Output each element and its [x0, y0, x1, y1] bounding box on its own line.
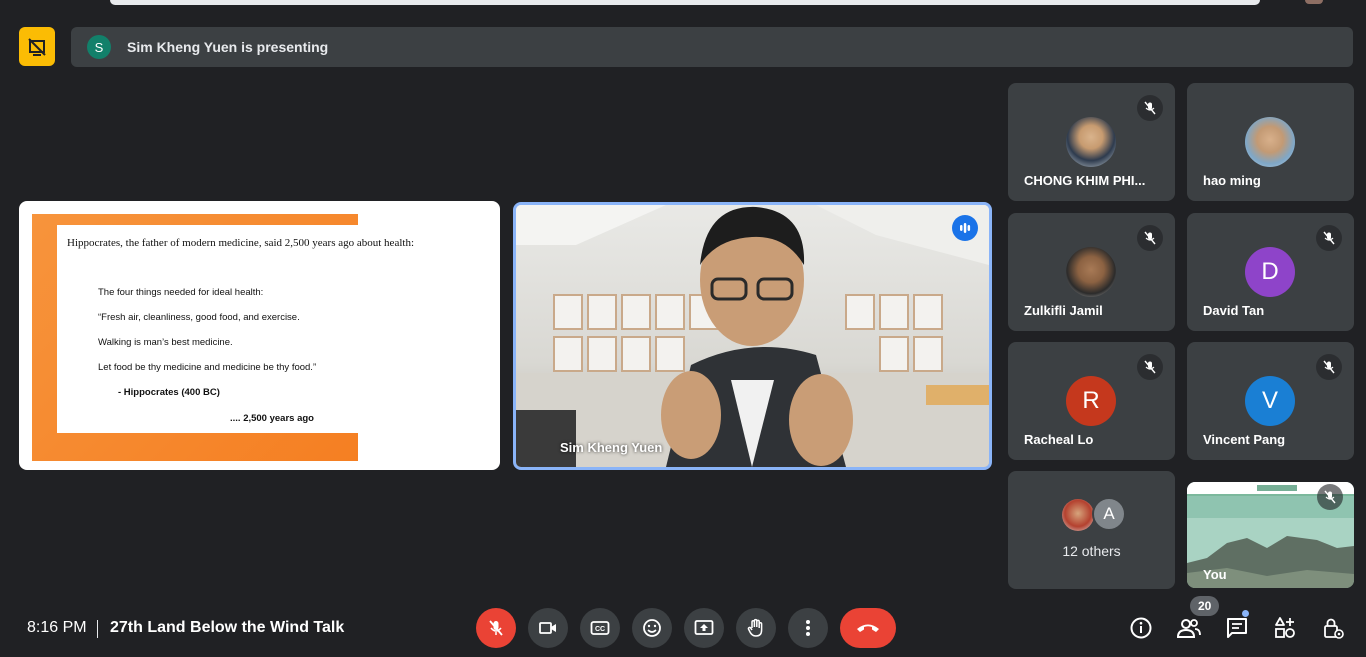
divider [97, 620, 98, 638]
mic-off-icon [1317, 484, 1343, 510]
host-controls-icon [1324, 618, 1344, 639]
bottom-bar: 8:16 PM 27th Land Below the Wind Talk CC… [0, 596, 1366, 657]
participant-avatar [1062, 499, 1094, 531]
participant-avatar [1066, 117, 1116, 167]
mic-off-icon [1316, 354, 1342, 380]
participant-tile[interactable]: R Racheal Lo [1008, 342, 1175, 460]
present-icon [694, 620, 714, 635]
slide-line: The four things needed for ideal health: [98, 287, 264, 298]
participant-avatar: D [1245, 247, 1295, 297]
emoji-icon [643, 619, 661, 637]
mic-off-icon [1137, 354, 1163, 380]
chat-icon [1227, 618, 1247, 638]
participant-name: CHONG KHIM PHI... [1024, 173, 1146, 188]
presenting-banner: S Sim Kheng Yuen is presenting [71, 27, 1353, 67]
present-now-button[interactable] [684, 608, 724, 648]
emoji-reactions-button[interactable] [632, 608, 672, 648]
slide-attribution: - Hippocrates (400 BC) [118, 387, 220, 398]
slide-intro: Hippocrates, the father of modern medici… [67, 237, 414, 249]
participant-avatar [1245, 117, 1295, 167]
mic-off-icon [489, 620, 503, 636]
chat-button[interactable] [1223, 614, 1251, 642]
address-bar-edge [110, 0, 1260, 5]
clock: 8:16 PM [27, 619, 87, 636]
participant-name: Racheal Lo [1024, 432, 1094, 447]
presentation-tile[interactable]: Hippocrates, the father of modern medici… [19, 201, 500, 470]
slide-content-area [57, 225, 452, 433]
chat-notification-dot [1242, 610, 1249, 617]
activities-icon [1275, 617, 1295, 638]
slide-line: Let food be thy medicine and medicine be… [98, 362, 317, 373]
leave-call-button[interactable] [840, 608, 896, 648]
host-controls-button[interactable] [1319, 614, 1347, 642]
raise-hand-icon [747, 618, 763, 637]
slide-line: Walking is man’s best medicine. [98, 337, 233, 348]
more-options-button[interactable] [788, 608, 828, 648]
meeting-details-button[interactable] [1127, 614, 1155, 642]
participant-name: Zulkifli Jamil [1024, 303, 1103, 318]
stop-presenting-icon[interactable] [19, 27, 55, 66]
participant-tile[interactable]: V Vincent Pang [1187, 342, 1354, 460]
others-tile[interactable]: A 12 others [1008, 471, 1175, 589]
show-everyone-button[interactable] [1175, 614, 1203, 642]
people-icon [1176, 619, 1201, 638]
activities-button[interactable] [1271, 614, 1299, 642]
participant-name: hao ming [1203, 173, 1261, 188]
meeting-title: 27th Land Below the Wind Talk [110, 619, 345, 636]
participant-tile[interactable]: CHONG KHIM PHI... [1008, 83, 1175, 201]
participant-name: Vincent Pang [1203, 432, 1286, 447]
others-count-label: 12 others [1062, 543, 1121, 559]
participant-tile[interactable]: D David Tan [1187, 213, 1354, 331]
mic-off-icon [1137, 225, 1163, 251]
raise-hand-button[interactable] [736, 608, 776, 648]
end-call-icon [857, 624, 879, 632]
presenting-text: Sim Kheng Yuen is presenting [127, 39, 329, 55]
participant-tile[interactable]: hao ming [1187, 83, 1354, 201]
participant-avatar: V [1245, 376, 1295, 426]
others-avatars: A [1062, 497, 1142, 533]
mic-off-icon [1137, 95, 1163, 121]
captions-icon: CC [590, 621, 610, 635]
participant-tile[interactable]: Zulkifli Jamil [1008, 213, 1175, 331]
participant-count-badge: 20 [1190, 596, 1220, 616]
main-video-tile[interactable]: Sim Kheng Yuen [513, 202, 992, 470]
main-video-name: Sim Kheng Yuen [560, 440, 663, 455]
video-scene [516, 205, 989, 467]
camera-icon [539, 622, 556, 634]
mic-off-icon [1316, 225, 1342, 251]
participant-avatar [1066, 247, 1116, 297]
slide-line: “Fresh air, cleanliness, good food, and … [98, 312, 300, 323]
profile-avatar-edge [1305, 0, 1323, 4]
svg-text:CC: CC [595, 626, 605, 633]
participant-name: David Tan [1203, 303, 1265, 318]
captions-button[interactable]: CC [580, 608, 620, 648]
more-options-icon [806, 620, 810, 636]
speaking-indicator-icon [952, 215, 978, 241]
self-view-tile[interactable]: You [1187, 482, 1354, 588]
participant-avatar: A [1092, 497, 1126, 531]
participant-avatar: R [1066, 376, 1116, 426]
mic-toggle-button[interactable] [476, 608, 516, 648]
self-name: You [1203, 567, 1227, 582]
info-icon [1130, 617, 1152, 639]
camera-toggle-button[interactable] [528, 608, 568, 648]
presenter-avatar: S [87, 35, 111, 59]
slide-footnote: .... 2,500 years ago [230, 413, 314, 424]
browser-top-strip [0, 0, 1366, 12]
